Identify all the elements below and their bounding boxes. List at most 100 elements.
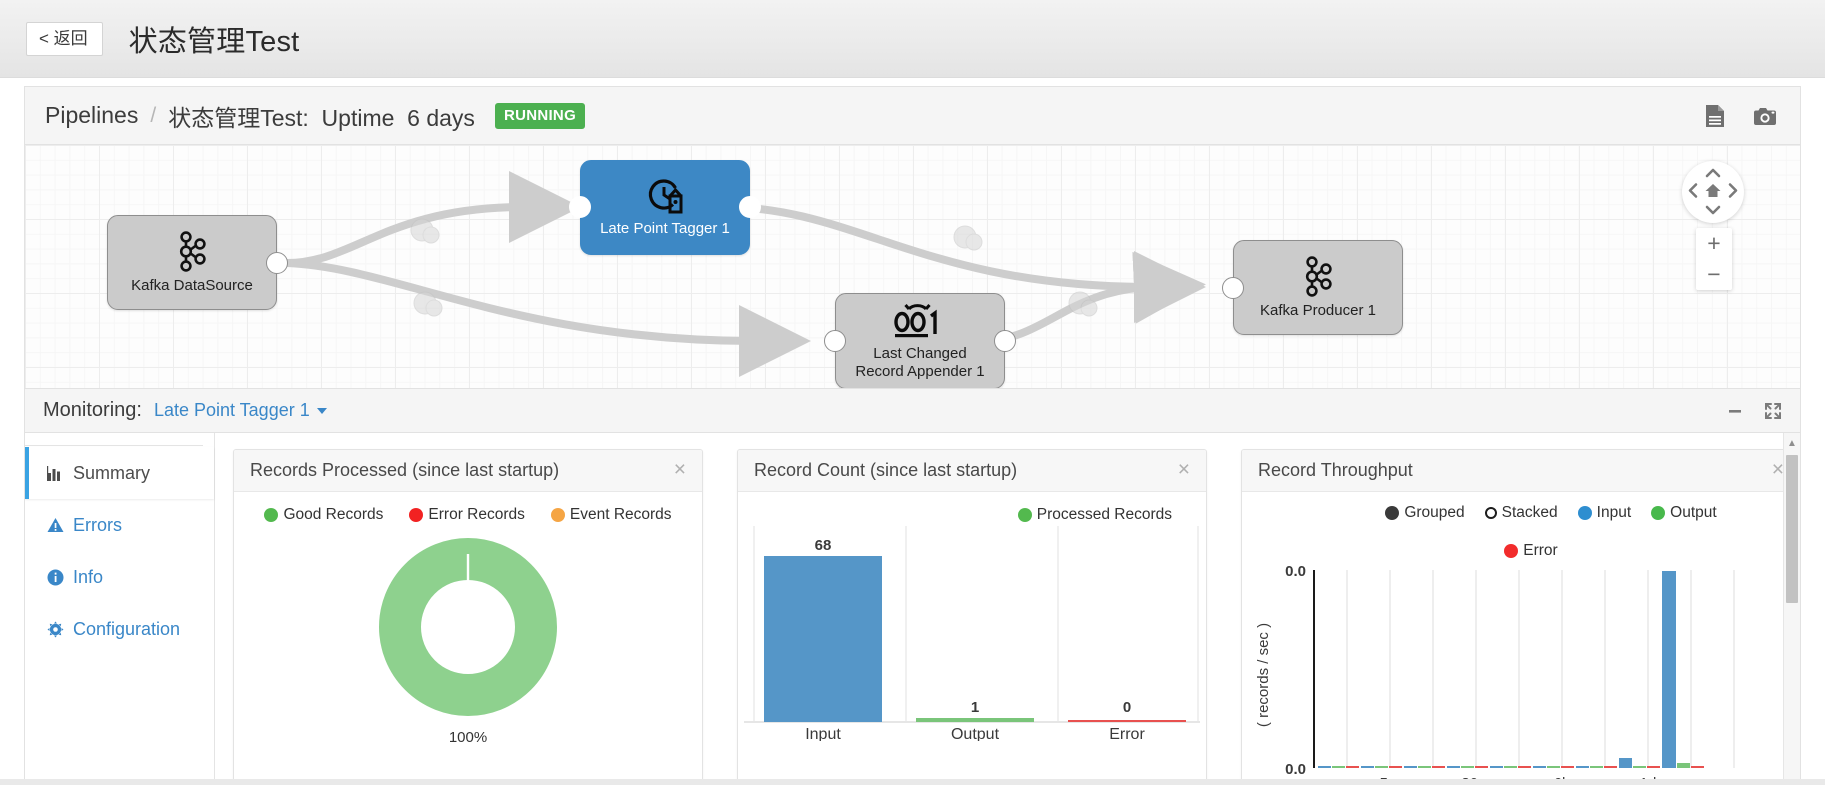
panel-header: Record Throughput × xyxy=(1242,450,1800,492)
svg-text:68: 68 xyxy=(815,537,832,554)
panel-title: Records Processed (since last startup) xyxy=(250,460,670,481)
legend-swatch xyxy=(551,508,565,522)
input-port-last-changed-record-appender-1[interactable] xyxy=(824,330,846,352)
monitoring-panel: Summary Errors Info xyxy=(24,433,1801,785)
pan-up-icon[interactable] xyxy=(1705,166,1721,181)
legend-swatch xyxy=(1504,544,1518,558)
legend-item[interactable]: Input xyxy=(1578,504,1631,522)
minimize-icon[interactable] xyxy=(1722,398,1748,424)
radio-selected-icon xyxy=(1385,506,1399,520)
svg-text:( records / sec ): ( records / sec ) xyxy=(1255,623,1272,727)
legend-swatch xyxy=(1651,506,1665,520)
tab-info[interactable]: Info xyxy=(25,551,214,603)
pan-left-icon[interactable] xyxy=(1688,183,1698,202)
output-port-late-point-tagger-1[interactable] xyxy=(739,196,761,218)
legend-item[interactable]: Event Records xyxy=(551,506,672,524)
legend-item[interactable]: Error Records xyxy=(409,506,524,524)
binary-001-icon xyxy=(889,301,951,341)
legend-label: Input xyxy=(1597,504,1631,522)
clock-tag-icon xyxy=(645,178,685,216)
svg-text:0.0: 0.0 xyxy=(1285,563,1306,580)
tab-configuration[interactable]: Configuration xyxy=(25,603,214,655)
record-count-bar-chart[interactable]: 68 1 0 Input Output Error xyxy=(738,526,1206,741)
info-icon xyxy=(47,569,64,586)
scroll-up-icon[interactable]: ▲ xyxy=(1784,435,1800,451)
zoom-out-button[interactable]: − xyxy=(1696,259,1732,290)
chevron-down-icon xyxy=(317,408,327,414)
monitoring-label: Monitoring: xyxy=(43,399,142,422)
monitoring-scrollbar[interactable]: ▲ ▼ xyxy=(1783,433,1800,785)
title-bar: < 返回 状态管理Test xyxy=(0,0,1825,78)
panel-title: Record Throughput xyxy=(1258,460,1768,481)
monitoring-tabs: Summary Errors Info xyxy=(25,433,215,785)
panel-body: Good Records Error Records Event Records xyxy=(234,492,702,785)
legend-label: Good Records xyxy=(283,506,383,524)
bar-chart-icon xyxy=(47,466,64,481)
legend-swatch xyxy=(1578,506,1592,520)
pan-down-icon[interactable] xyxy=(1705,203,1721,218)
tab-label: Configuration xyxy=(73,619,180,640)
chart-legend: Grouped Stacked Input Output xyxy=(1242,492,1800,560)
breadcrumb-root[interactable]: Pipelines xyxy=(45,102,138,129)
output-port-last-changed-record-appender-1[interactable] xyxy=(994,330,1016,352)
legend-item[interactable]: Processed Records xyxy=(1018,506,1172,524)
canvas-node-kafka-producer-1[interactable]: Kafka Producer 1 xyxy=(1233,240,1403,335)
breadcrumb-current: 状态管理Test: Uptime 6 days xyxy=(168,99,475,133)
tab-summary[interactable]: Summary xyxy=(25,447,214,499)
mode-option-grouped[interactable]: Grouped xyxy=(1385,504,1464,522)
canvas-node-label: Kafka Producer 1 xyxy=(1254,302,1382,320)
legend-item[interactable]: Good Records xyxy=(264,506,383,524)
donut-chart[interactable]: 100% xyxy=(234,532,702,722)
zoom-in-button[interactable]: + xyxy=(1696,228,1732,259)
canvas-node-label: Kafka DataSource xyxy=(125,277,259,295)
close-icon[interactable]: × xyxy=(670,459,690,483)
gear-icon xyxy=(47,621,64,638)
panel-body: Processed Records xyxy=(738,492,1206,785)
chart-legend: Good Records Error Records Event Records xyxy=(234,492,702,524)
input-port-kafka-producer-1[interactable] xyxy=(1222,277,1244,299)
legend-swatch xyxy=(264,508,278,522)
scrollbar-thumb[interactable] xyxy=(1786,455,1798,603)
close-icon[interactable]: × xyxy=(1174,459,1194,483)
input-port-late-point-tagger-1[interactable] xyxy=(569,196,591,218)
pipeline-canvas[interactable]: Kafka DataSource Late Point Tagger 1 xyxy=(24,144,1801,389)
expand-icon[interactable] xyxy=(1760,398,1786,424)
record-throughput-bar-chart[interactable]: 0.0 0.0 ( records / sec ) xyxy=(1242,560,1800,785)
legend-item[interactable]: Output xyxy=(1651,504,1717,522)
monitoring-stage-select[interactable]: Late Point Tagger 1 xyxy=(154,400,327,421)
svg-text:0: 0 xyxy=(1123,699,1131,716)
legend-label: Error Records xyxy=(428,506,524,524)
radio-unselected-icon xyxy=(1485,507,1497,519)
tab-label: Info xyxy=(73,567,103,588)
tab-errors[interactable]: Errors xyxy=(25,499,214,551)
svg-text:Error: Error xyxy=(1109,726,1145,741)
home-icon[interactable] xyxy=(1705,183,1722,201)
canvas-node-last-changed-record-appender-1[interactable]: Last Changed Record Appender 1 xyxy=(835,293,1005,389)
panel-title: Record Count (since last startup) xyxy=(754,460,1174,481)
camera-icon[interactable] xyxy=(1748,99,1782,133)
canvas-pan-control[interactable] xyxy=(1682,161,1744,223)
document-icon[interactable] xyxy=(1698,99,1732,133)
pipeline-monitor-page: < 返回 状态管理Test Pipelines / 状态管理Test: Upti… xyxy=(0,0,1825,785)
mode-option-stacked[interactable]: Stacked xyxy=(1485,504,1558,522)
canvas-zoom-control[interactable]: + − xyxy=(1696,228,1732,290)
monitoring-stage-value: Late Point Tagger 1 xyxy=(154,400,310,421)
svg-text:0.0: 0.0 xyxy=(1285,761,1306,778)
pan-right-icon[interactable] xyxy=(1728,183,1738,202)
tab-label: Summary xyxy=(73,463,150,484)
mode-label: Grouped xyxy=(1404,504,1464,522)
output-port-kafka-datasource[interactable] xyxy=(266,252,288,274)
tab-label: Errors xyxy=(73,515,122,536)
canvas-node-late-point-tagger-1[interactable]: Late Point Tagger 1 xyxy=(580,160,750,255)
back-button[interactable]: < 返回 xyxy=(26,22,103,56)
panel-record-throughput: Record Throughput × Grouped Stacked xyxy=(1241,449,1800,785)
svg-text:1: 1 xyxy=(971,699,979,716)
legend-label: Event Records xyxy=(570,506,672,524)
legend-label: Processed Records xyxy=(1037,506,1172,524)
legend-label: Error xyxy=(1523,542,1557,560)
svg-text:Input: Input xyxy=(805,726,841,741)
panel-records-processed: Records Processed (since last startup) ×… xyxy=(233,449,703,785)
canvas-node-kafka-datasource[interactable]: Kafka DataSource xyxy=(107,215,277,310)
status-badge: RUNNING xyxy=(495,103,585,129)
legend-item[interactable]: Error xyxy=(1282,542,1780,560)
